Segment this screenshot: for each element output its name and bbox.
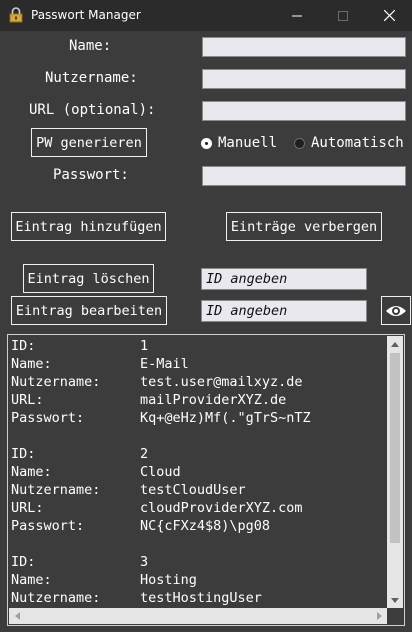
user-key: Nutzername: — [11, 374, 101, 390]
user-key: Nutzername: — [11, 482, 101, 498]
chevron-down-icon — [391, 597, 399, 603]
vertical-scrollbar[interactable] — [387, 336, 403, 608]
radio-manual[interactable]: Manuell — [201, 135, 277, 151]
id-key: ID: — [11, 446, 36, 462]
vertical-scroll-thumb[interactable] — [390, 353, 400, 543]
name-value: Cloud — [140, 464, 181, 480]
url-label: URL (optional): — [29, 102, 156, 118]
radio-automatic-label: Automatisch — [311, 135, 404, 151]
minimize-icon — [292, 15, 302, 16]
user-value: testCloudUser — [140, 482, 246, 498]
title-bar: Passwort Manager — [0, 0, 412, 31]
entries-list: ID: 1 Name: E-Mail Nutzername: test.user@ma… — [11, 337, 383, 607]
chevron-up-icon — [391, 341, 399, 347]
horizontal-scrollbar[interactable] — [9, 608, 387, 624]
chevron-right-icon — [376, 612, 382, 620]
edit-id-field[interactable]: ID angeben — [201, 300, 367, 322]
pw-key: Passwort: — [11, 410, 85, 426]
url-value: cloudProviderXYZ.com — [140, 500, 303, 516]
user-value: testHostingUser — [140, 590, 262, 606]
name-field[interactable] — [202, 37, 406, 57]
lock-icon — [9, 7, 23, 23]
username-field[interactable] — [202, 69, 406, 89]
entries-textbox[interactable]: ID: 1 Name: E-Mail Nutzername: test.user@ma… — [7, 334, 405, 626]
radio-automatic[interactable]: Automatisch — [294, 135, 404, 151]
maximize-icon — [338, 10, 348, 21]
id-value: 3 — [140, 554, 149, 570]
name-value: Hosting — [140, 572, 197, 588]
scroll-up-arrow[interactable] — [387, 336, 403, 352]
name-label: Name: — [69, 38, 112, 54]
name-value: E-Mail — [140, 356, 189, 372]
id-value: 1 — [140, 338, 149, 354]
add-entry-button[interactable]: Eintrag hinzufügen — [11, 212, 166, 241]
url-field[interactable] — [202, 101, 406, 121]
list-item: ID: 1 Name: E-Mail Nutzername: test.user@ma… — [11, 337, 383, 427]
scroll-left-arrow[interactable] — [9, 608, 25, 624]
generate-password-button[interactable]: PW generieren — [31, 128, 147, 157]
scroll-down-arrow[interactable] — [387, 592, 403, 608]
id-key: ID: — [11, 338, 36, 354]
pw-key: Passwort: — [11, 518, 85, 534]
list-item: ID: 3 Name: Hosting Nutzername: testHosting… — [11, 553, 383, 607]
url-value: mailProviderXYZ.de — [140, 392, 287, 408]
eye-icon — [386, 305, 406, 316]
hide-entries-button[interactable]: Einträge verbergen — [226, 212, 382, 241]
radio-selected-icon — [201, 137, 212, 149]
chevron-left-icon — [14, 612, 20, 620]
user-value: test.user@mailxyz.de — [140, 374, 303, 390]
maximize-button[interactable] — [320, 0, 366, 31]
list-item: ID: 2 Name: Cloud Nutzername: testCloudUser… — [11, 445, 383, 535]
scroll-right-arrow[interactable] — [371, 608, 387, 624]
radio-manual-label: Manuell — [218, 135, 278, 151]
edit-entry-button[interactable]: Eintrag bearbeiten — [11, 296, 167, 325]
username-label: Nutzername: — [45, 70, 138, 86]
password-label: Passwort: — [53, 167, 129, 183]
user-key: Nutzername: — [11, 590, 101, 606]
pw-value: NC{cFXz4$8)\pg08 — [140, 518, 271, 534]
name-key: Name: — [11, 464, 52, 480]
url-key: URL: — [11, 392, 44, 408]
name-key: Name: — [11, 356, 52, 372]
id-key: ID: — [11, 554, 36, 570]
close-button[interactable] — [366, 0, 412, 31]
reveal-password-button[interactable] — [381, 296, 411, 325]
name-key: Name: — [11, 572, 52, 588]
minimize-button[interactable] — [274, 0, 320, 31]
delete-id-field[interactable]: ID angeben — [201, 268, 367, 290]
password-field[interactable] — [202, 166, 406, 186]
id-value: 2 — [140, 446, 149, 462]
close-icon — [383, 10, 395, 21]
pw-value: Kq+@eHz)Mf(."gTrS~nTZ — [140, 410, 311, 426]
radio-unselected-icon — [294, 137, 305, 149]
url-key: URL: — [11, 500, 44, 516]
window-title: Passwort Manager — [31, 8, 141, 22]
delete-entry-button[interactable]: Eintrag löschen — [23, 264, 154, 293]
